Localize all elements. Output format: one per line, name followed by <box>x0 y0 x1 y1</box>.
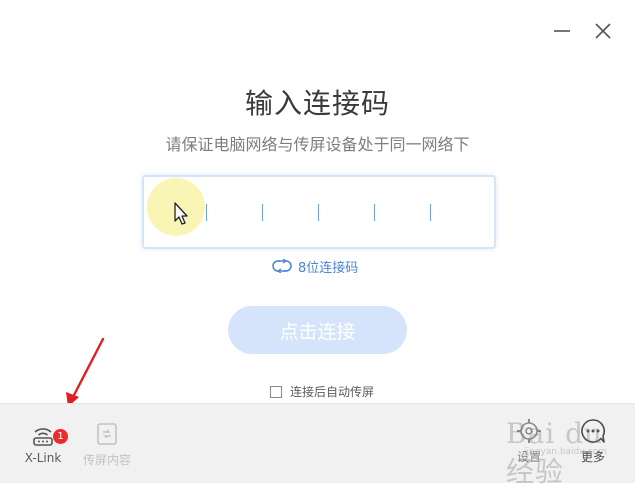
code-slot <box>318 204 319 221</box>
auto-cast-option[interactable]: 连接后自动传屏 <box>270 383 374 400</box>
code-slot <box>262 204 263 221</box>
dialog-subtitle: 请保证电脑网络与传屏设备处于同一网络下 <box>165 135 470 154</box>
notification-badge: 1 <box>53 429 68 444</box>
connect-button[interactable]: 点击连接 <box>228 306 407 354</box>
screen-share-icon <box>97 423 117 445</box>
mouse-pointer-icon <box>174 202 188 225</box>
settings-button[interactable]: 设置 <box>509 417 549 465</box>
code-length-toggle[interactable]: 8位连接码 <box>272 256 358 276</box>
xlink-label: X-Link <box>24 451 62 465</box>
cast-content-label: 传屏内容 <box>82 453 131 467</box>
settings-label: 设置 <box>516 450 541 464</box>
title-bar <box>0 0 635 40</box>
minimize-button[interactable] <box>549 18 575 44</box>
xlink-button[interactable]: 1 X-Link <box>19 421 68 465</box>
auto-cast-label: 连接后自动传屏 <box>290 385 375 399</box>
switch-icon <box>272 259 292 273</box>
code-slot <box>206 204 207 221</box>
minimize-icon <box>554 30 570 32</box>
close-button[interactable] <box>590 18 616 44</box>
more-button[interactable]: 更多 <box>570 417 616 465</box>
code-length-label: 8位连接码 <box>298 260 359 276</box>
cast-content-button[interactable]: 传屏内容 <box>79 421 135 468</box>
close-icon <box>595 23 611 39</box>
chat-dots-icon <box>581 419 605 443</box>
code-slot <box>430 204 431 221</box>
auto-cast-checkbox[interactable] <box>270 385 282 398</box>
bottom-toolbar: 1 X-Link 传屏内容 设置 更多 <box>0 403 635 483</box>
code-slot <box>374 204 375 221</box>
dialog-title: 输入连接码 <box>244 87 390 120</box>
gear-icon <box>517 419 541 443</box>
router-icon <box>33 428 53 446</box>
more-label: 更多 <box>580 450 605 464</box>
